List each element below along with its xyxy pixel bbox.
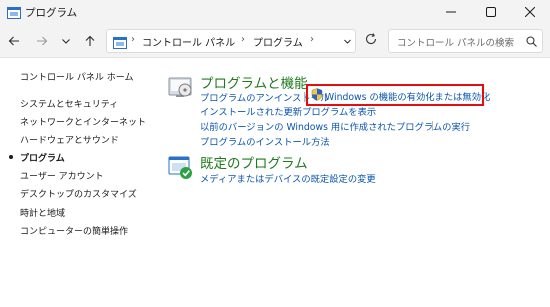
search-box[interactable]: コントロール パネルの検索 bbox=[388, 29, 543, 53]
breadcrumb-control-panel[interactable]: コントロール パネル bbox=[142, 34, 235, 49]
arrow-up-icon bbox=[85, 35, 95, 46]
sidebar-item-network-internet[interactable]: ネットワークとインターネット bbox=[20, 115, 146, 128]
navigation-toolbar: › コントロール パネル › プログラム › コントロール パネルの検索 bbox=[0, 24, 550, 58]
programs-features-icon[interactable] bbox=[168, 74, 194, 100]
search-placeholder[interactable]: コントロール パネルの検索 bbox=[397, 35, 514, 49]
close-button[interactable] bbox=[510, 0, 550, 24]
breadcrumb-separator[interactable]: › bbox=[131, 34, 135, 45]
close-icon bbox=[525, 7, 535, 17]
arrow-right-icon bbox=[37, 36, 48, 46]
breadcrumb-programs[interactable]: プログラム bbox=[253, 34, 303, 49]
programs-features-title[interactable]: プログラムと機能 bbox=[200, 72, 308, 92]
sidebar-item-control-panel-home[interactable]: コントロール パネル ホーム bbox=[20, 70, 133, 83]
control-panel-icon bbox=[7, 5, 21, 19]
refresh-icon[interactable] bbox=[364, 32, 378, 46]
title-bar: プログラム bbox=[0, 0, 550, 24]
up-button[interactable] bbox=[81, 32, 99, 50]
search-icon[interactable] bbox=[526, 36, 537, 47]
minimize-icon bbox=[446, 11, 456, 13]
current-item-bullet bbox=[9, 155, 13, 159]
link-separator bbox=[432, 121, 433, 131]
chevron-down-icon bbox=[62, 39, 70, 44]
sidebar-item-desktop-customization[interactable]: デスクトップのカスタマイズ bbox=[20, 187, 137, 200]
sidebar-item-user-accounts[interactable]: ユーザー アカウント bbox=[20, 169, 104, 182]
maximize-icon bbox=[486, 7, 496, 17]
recent-locations-button[interactable] bbox=[57, 32, 75, 50]
link-media-device-defaults[interactable]: メディアまたはデバイスの既定設定の変更 bbox=[200, 171, 376, 185]
default-programs-icon[interactable] bbox=[168, 155, 194, 181]
minimize-button[interactable] bbox=[431, 0, 471, 24]
arrow-left-icon bbox=[8, 36, 19, 46]
chevron-down-icon[interactable] bbox=[343, 37, 352, 46]
breadcrumb-separator[interactable]: › bbox=[241, 34, 245, 45]
maximize-button[interactable] bbox=[471, 0, 511, 24]
forward-button[interactable] bbox=[33, 32, 51, 50]
link-separator bbox=[304, 92, 305, 102]
sidebar-item-ease-of-access[interactable]: コンピューターの簡単操作 bbox=[20, 224, 128, 237]
default-programs-title[interactable]: 既定のプログラム bbox=[200, 152, 308, 172]
breadcrumb-separator[interactable]: › bbox=[310, 34, 314, 45]
sidebar-item-programs[interactable]: プログラム bbox=[20, 151, 65, 164]
control-panel-icon bbox=[113, 35, 127, 49]
window-title: プログラム bbox=[25, 7, 78, 19]
link-run-older-programs[interactable]: 以前のバージョンの Windows 用に作成されたプログラムの実行 bbox=[200, 119, 470, 133]
sidebar-item-clock-region[interactable]: 時計と地域 bbox=[20, 206, 65, 219]
link-view-installed-updates[interactable]: インストールされた更新プログラムを表示 bbox=[200, 104, 376, 118]
address-bar[interactable]: › コントロール パネル › プログラム › bbox=[106, 29, 356, 53]
back-button[interactable] bbox=[5, 32, 23, 50]
link-how-to-install[interactable]: プログラムのインストール方法 bbox=[200, 134, 330, 148]
sidebar-item-hardware-sound[interactable]: ハードウェアとサウンド bbox=[20, 133, 119, 146]
sidebar-item-system-security[interactable]: システムとセキュリティ bbox=[20, 97, 118, 110]
highlight-box bbox=[306, 84, 484, 106]
